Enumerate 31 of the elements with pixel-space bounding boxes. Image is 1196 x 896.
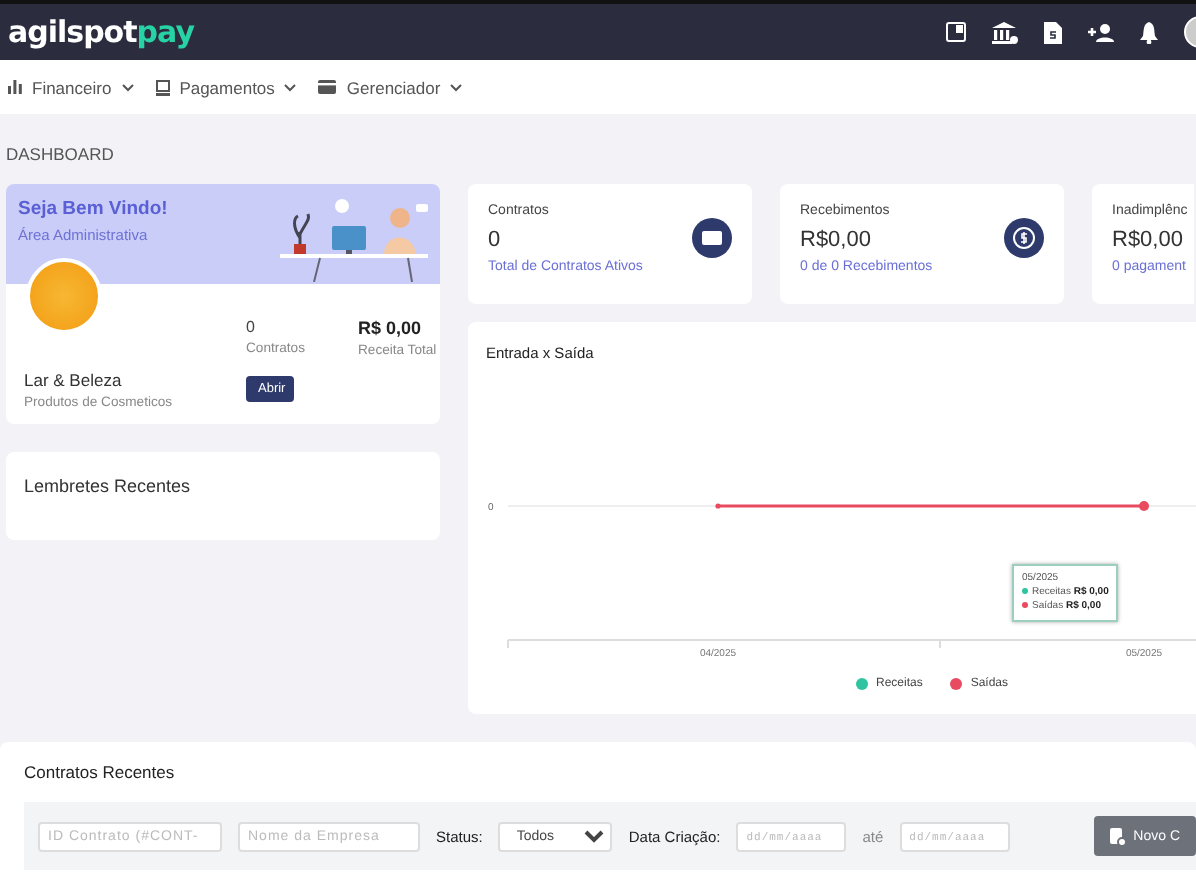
- chevron-icon: [450, 83, 463, 91]
- dollar-icon: [1004, 218, 1044, 258]
- bar-chart-icon: [8, 80, 22, 94]
- app-logo[interactable]: agilspotpay: [8, 14, 194, 50]
- document-icon[interactable]: [1044, 21, 1062, 43]
- bank-icon[interactable]: [992, 21, 1018, 43]
- recent-contracts-title: Contratos Recentes: [24, 762, 177, 782]
- card-icon: [318, 80, 337, 94]
- company-name: Lar & Beleza: [24, 370, 124, 390]
- tooltip-dot: [1022, 602, 1028, 609]
- register-icon: [155, 79, 170, 95]
- welcome-title: Seja Bem Vindo!: [18, 198, 168, 220]
- chevron-icon: [284, 83, 297, 91]
- stat-value: R$0,00: [800, 228, 871, 252]
- document-plus-icon: [1109, 827, 1126, 845]
- menu-item[interactable]: Financeiro: [8, 77, 134, 97]
- add-user-icon[interactable]: [1088, 23, 1114, 41]
- chevron-icon: [121, 83, 134, 91]
- bell-icon[interactable]: [1140, 21, 1158, 43]
- avatar-icon[interactable]: [1184, 16, 1196, 48]
- contracts-count: 0: [246, 318, 257, 336]
- folder-icon: [692, 218, 732, 258]
- tooltip-dot: [1022, 588, 1028, 595]
- reminders-title: Lembretes Recentes: [24, 476, 191, 496]
- stat-value: R$0,00: [1112, 228, 1183, 252]
- stat-value: 0: [488, 228, 501, 252]
- menu-item[interactable]: Pagamentos: [155, 77, 297, 97]
- menu-item[interactable]: Gerenciador: [318, 77, 463, 97]
- square-icon[interactable]: [946, 22, 966, 42]
- revenue-value: R$ 0,00: [358, 318, 424, 338]
- page-title: DASHBOARD: [6, 144, 114, 164]
